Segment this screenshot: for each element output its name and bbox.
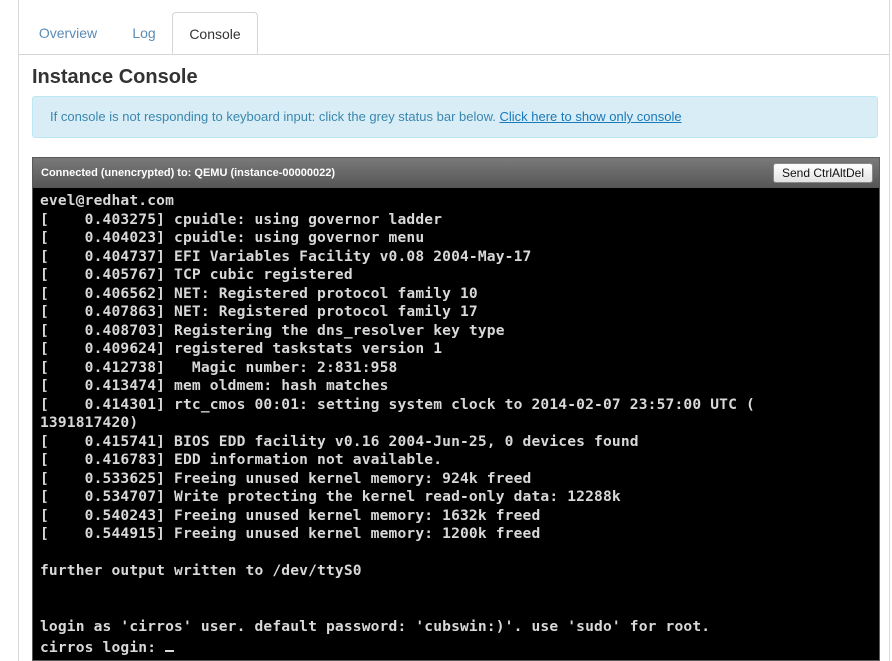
terminal-line: further output written to /dev/ttyS0	[40, 562, 362, 579]
page-title: Instance Console	[32, 66, 198, 88]
terminal-cursor	[165, 636, 175, 652]
terminal-line: [ 0.409624] registered taskstats version…	[40, 340, 443, 357]
terminal-line: [ 0.533625] Freeing unused kernel memory…	[40, 469, 532, 487]
tab-console[interactable]: Console	[172, 12, 258, 54]
console-terminal[interactable]: evel@redhat.com[ 0.403275] cpuidle: usin…	[40, 192, 876, 660]
console-frame: Connected (unencrypted) to: QEMU (instan…	[32, 157, 880, 661]
tab-overview[interactable]: Overview	[32, 12, 104, 54]
terminal-line: [ 0.404737] EFI Variables Facility v0.08…	[40, 247, 532, 265]
terminal-line: 1391817420)	[40, 414, 139, 431]
show-only-console-link[interactable]: Click here to show only console	[499, 109, 681, 124]
terminal-line: cirros login:	[40, 636, 876, 656]
console-status-bar[interactable]: Connected (unencrypted) to: QEMU (instan…	[33, 158, 879, 188]
terminal-line: [ 0.413474] mem oldmem: hash matches	[40, 377, 389, 394]
terminal-line: evel@redhat.com	[40, 192, 175, 209]
terminal-line: [ 0.404023] cpuidle: using governor menu	[40, 229, 425, 246]
terminal-line: login as 'cirros' user. default password…	[40, 617, 711, 635]
terminal-line: [ 0.403275] cpuidle: using governor ladd…	[40, 210, 443, 228]
connection-status: Connected (unencrypted) to: QEMU (instan…	[41, 167, 336, 179]
terminal-line: [ 0.412738] Magic number: 2:831:958	[40, 358, 398, 376]
info-text: If console is not responding to keyboard…	[50, 109, 500, 124]
terminal-line: [ 0.407863] NET: Registered protocol fam…	[40, 303, 478, 320]
terminal-line: [ 0.405767] TCP cubic registered	[40, 266, 353, 283]
terminal-line: [ 0.540243] Freeing unused kernel memory…	[40, 506, 541, 524]
terminal-line: [ 0.534707] Write protecting the kernel …	[40, 488, 621, 505]
instance-detail-panel: Overview Log Console Instance Console If…	[18, 0, 890, 661]
terminal-line: [ 0.416783] EDD information not availabl…	[40, 451, 443, 468]
tab-bar: Overview Log Console	[19, 12, 889, 55]
terminal-line: [ 0.544915] Freeing unused kernel memory…	[40, 525, 541, 542]
terminal-line: [ 0.414301] rtc_cmos 00:01: setting syst…	[40, 395, 755, 413]
send-ctrlaltdel-button[interactable]: Send CtrlAltDel	[772, 163, 873, 183]
info-alert: If console is not responding to keyboard…	[32, 96, 878, 138]
terminal-line: [ 0.408703] Registering the dns_resolver…	[40, 321, 505, 339]
terminal-line: [ 0.415741] BIOS EDD facility v0.16 2004…	[40, 432, 639, 450]
tab-log[interactable]: Log	[123, 12, 165, 54]
terminal-line: [ 0.406562] NET: Registered protocol fam…	[40, 284, 478, 302]
